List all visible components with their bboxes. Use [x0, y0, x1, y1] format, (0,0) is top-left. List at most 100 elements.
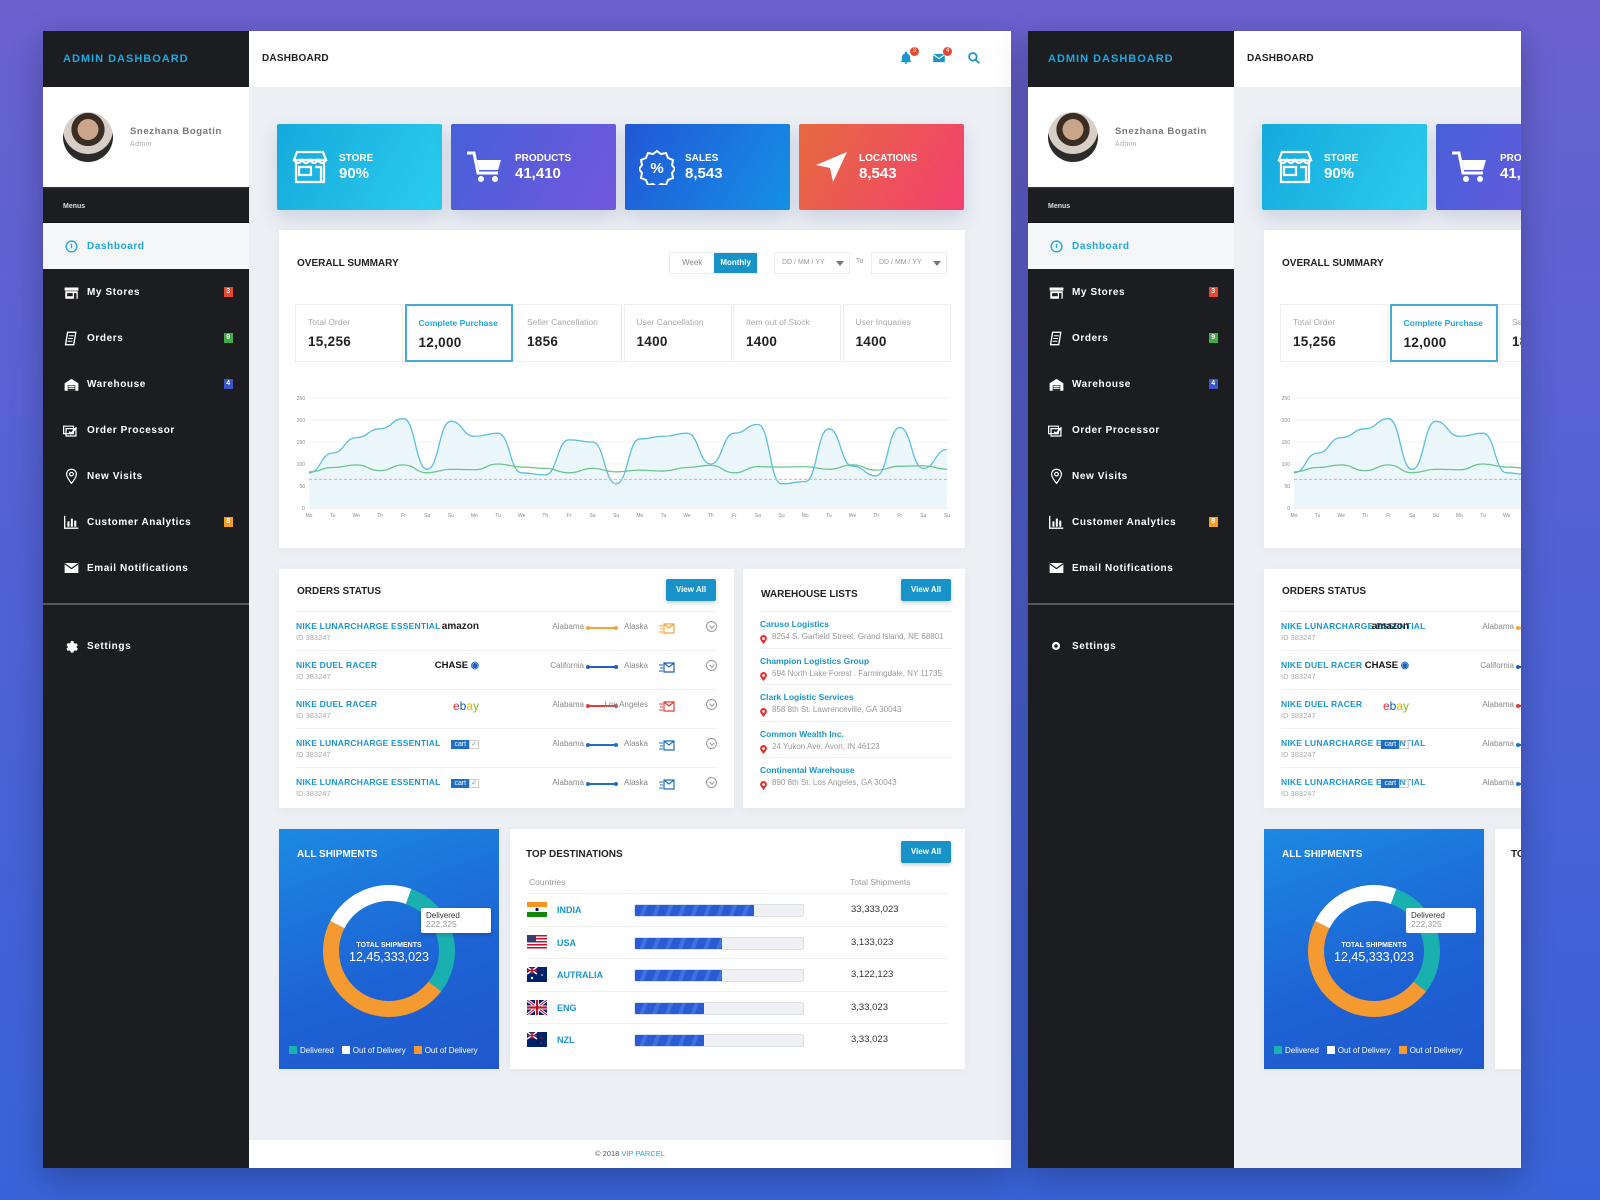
user-profile[interactable]: Snezhana Bogatin Admin	[43, 87, 249, 189]
stat-card-products[interactable]: PRODUCTS41,410	[1436, 124, 1521, 210]
sidebar-item-order-processor[interactable]: Order Processor	[1028, 407, 1234, 453]
y-tick-label: 250	[297, 396, 306, 402]
order-row[interactable]: NIKE LUNARCHARGE ESSENTIAL ID 383247 amazo…	[1281, 611, 1521, 650]
stat-card-products[interactable]: PRODUCTS41,410	[451, 124, 616, 210]
order-row[interactable]: NIKE DUEL RACER ID 383247 CHASE ◉ Californi…	[296, 650, 717, 689]
product-name[interactable]: NIKE DUEL RACER	[296, 660, 377, 670]
destination-row[interactable]: INDIA 33,333,023	[527, 893, 948, 926]
metric-tile[interactable]: Item out of Stock 1400	[733, 304, 841, 362]
metric-tile[interactable]: User Cancellation 1400	[623, 304, 732, 362]
legend-label: Out of Delivery	[1337, 1046, 1391, 1055]
metric-tile[interactable]: Seller Cancellation 1856	[514, 304, 622, 362]
destinations-view-all-button[interactable]: View All	[901, 841, 951, 863]
product-name[interactable]: NIKE DUEL RACER	[1281, 699, 1362, 709]
country-name[interactable]: USA	[557, 938, 576, 948]
search-button[interactable]	[967, 51, 983, 67]
order-row[interactable]: NIKE DUEL RACERID 383247ebayAlabamaLos A…	[296, 689, 717, 728]
date-from-placeholder: DD / MM / YY	[782, 259, 825, 266]
destination-row[interactable]: AUTRALIA 3,122,123	[526, 958, 948, 991]
order-row[interactable]: NIKE LUNARCHARGE ESSENTIAL ID 383247 amazo…	[296, 611, 717, 650]
sidebar-item-dashboard[interactable]: Dashboard	[43, 223, 249, 269]
warehouse-name[interactable]: Common Wealth Inc.	[760, 729, 844, 739]
order-row[interactable]: NIKE DUEL RACER ID 383247 CHASE ◉ Californi…	[1281, 650, 1521, 689]
sidebar-item-warehouse[interactable]: Warehouse 4	[1028, 361, 1234, 407]
sidebar-item-email-notifications[interactable]: Email Notifications	[1028, 545, 1234, 591]
sidebar-item-customer-analytics[interactable]: Customer Analytics 8	[43, 499, 249, 545]
sidebar-item-label: Dashboard	[1072, 240, 1130, 252]
y-tick-label: 100	[297, 462, 306, 468]
stat-card-store[interactable]: STORE 90%	[277, 124, 442, 210]
warehouse-name[interactable]: Continental Warehouse	[760, 765, 855, 775]
product-name[interactable]: NIKE LUNARCHARGE ESSENTIAL	[296, 738, 441, 748]
date-to-select[interactable]: DD / MM / YY	[871, 252, 947, 274]
notifications-button[interactable]: 3	[899, 47, 919, 67]
metric-tile[interactable]: User Inquaries 1400	[842, 304, 951, 362]
sidebar-item-my-stores[interactable]: My Stores 3	[1028, 269, 1234, 315]
map-pin-icon	[760, 668, 767, 681]
destination-row[interactable]: ENG 3,33,023	[526, 990, 948, 1024]
toggle-monthly[interactable]: Monthly	[714, 253, 757, 273]
sidebar-item-new-visits[interactable]: New Visits	[43, 453, 249, 499]
country-name[interactable]: NZL	[557, 1035, 575, 1045]
destination-row[interactable]: NZL 3,33,023	[526, 1023, 948, 1056]
warehouse-row[interactable]: Clark Logistic Services 858 8th St. Lawre…	[760, 684, 953, 721]
warehouse-row[interactable]: Common Wealth Inc. 24 Yukon Ave. Avon, IN…	[760, 720, 953, 758]
sidebar-item-customer-analytics[interactable]: Customer Analytics 8	[1028, 499, 1234, 545]
country-name[interactable]: AUTRALIA	[557, 970, 603, 980]
messages-button[interactable]: 4	[932, 47, 952, 67]
metric-tile[interactable]: Total Order 15,256	[295, 304, 403, 362]
orders-view-all-button[interactable]: View All	[666, 579, 716, 601]
destination-row[interactable]: USA 3,133,023	[527, 925, 948, 959]
product-name[interactable]: NIKE LUNARCHARGE ESSENTIAL	[296, 777, 441, 787]
location-pin-icon	[1048, 468, 1064, 484]
sidebar-item-order-processor[interactable]: Order Processor	[43, 407, 249, 453]
warehouse-view-all-button[interactable]: View All	[901, 579, 951, 601]
product-name[interactable]: NIKE DUEL RACER	[296, 699, 377, 709]
total-shipments: 3,33,023	[851, 1001, 888, 1013]
order-row[interactable]: NIKE DUEL RACERID 383247ebayAlabamaLos A…	[1281, 689, 1521, 728]
metric-tile[interactable]: Total Order 15,256	[1280, 304, 1388, 362]
expand-chevron-icon[interactable]	[706, 660, 717, 671]
user-profile[interactable]: Snezhana Bogatin Admin	[1028, 87, 1234, 189]
footer-brand-link[interactable]: VIP PARCEL	[621, 1149, 665, 1158]
expand-chevron-icon[interactable]	[706, 738, 717, 749]
sidebar-item-settings[interactable]: Settings	[43, 623, 249, 669]
sidebar-item-new-visits[interactable]: New Visits	[1028, 453, 1234, 499]
toggle-week[interactable]: Week	[670, 253, 714, 273]
sidebar-item-dashboard[interactable]: Dashboard	[1028, 223, 1234, 269]
country-name[interactable]: ENG	[557, 1003, 577, 1013]
warehouse-name[interactable]: Champion Logistics Group	[760, 656, 869, 666]
warehouse-name[interactable]: Caruso Logistics	[760, 619, 829, 629]
order-row[interactable]: NIKE LUNARCHARGE ESSENTIAL ID 383247 cart ✓…	[296, 728, 717, 767]
country-name[interactable]: INDIA	[557, 905, 582, 915]
metric-tile[interactable]: Complete Purchase 12,000	[1389, 304, 1498, 362]
sidebar-item-warehouse[interactable]: Warehouse 4	[43, 361, 249, 407]
stat-card-sales[interactable]: % SALES 8,543	[625, 124, 790, 210]
route-line	[1516, 665, 1521, 669]
order-row[interactable]: NIKE LUNARCHARGE ESSENTIAL ID 383247 cart ✓…	[1281, 767, 1521, 806]
warehouse-name[interactable]: Clark Logistic Services	[760, 692, 854, 702]
sidebar-item-orders[interactable]: Orders 9	[1028, 315, 1234, 361]
sidebar-item-my-stores[interactable]: My Stores 3	[43, 269, 249, 315]
sidebar-item-settings[interactable]: Settings	[1028, 623, 1234, 669]
sidebar-item-orders[interactable]: Orders 9	[43, 315, 249, 361]
expand-chevron-icon[interactable]	[706, 621, 717, 632]
expand-chevron-icon[interactable]	[706, 699, 717, 710]
warehouse-row[interactable]: Champion Logistics Group 694 North Lake F…	[760, 647, 953, 685]
date-from-select[interactable]: DD / MM / YY	[774, 252, 850, 274]
order-row[interactable]: NIKE LUNARCHARGE ESSENTIAL ID 383247 cart ✓…	[1281, 728, 1521, 767]
stat-card-locations[interactable]: LOCATIONS 8,543	[799, 124, 964, 210]
legend-item: Delivered	[1274, 1046, 1319, 1055]
expand-chevron-icon[interactable]	[706, 777, 717, 788]
sidebar-item-email-notifications[interactable]: Email Notifications	[43, 545, 249, 591]
stat-card-store[interactable]: STORE 90%	[1262, 124, 1427, 210]
metric-tile[interactable]: Seller Cancellation 1856	[1499, 304, 1521, 362]
metric-tile[interactable]: Complete Purchase 12,000	[404, 304, 513, 362]
product-name[interactable]: NIKE LUNARCHARGE ESSENTIAL	[296, 621, 441, 631]
order-row[interactable]: NIKE LUNARCHARGE ESSENTIAL ID 383247 cart ✓…	[296, 767, 717, 806]
warehouse-row[interactable]: Caruso Logistics 8254 S. Garfield Street.…	[760, 611, 953, 648]
product-name[interactable]: NIKE DUEL RACER	[1281, 660, 1362, 670]
warehouse-row[interactable]: Continental Warehouse 890 8th St. Los Ang…	[760, 757, 953, 794]
x-tick-label: Sa	[424, 513, 430, 519]
carrier-logo-cart: cart ✓	[451, 777, 479, 788]
